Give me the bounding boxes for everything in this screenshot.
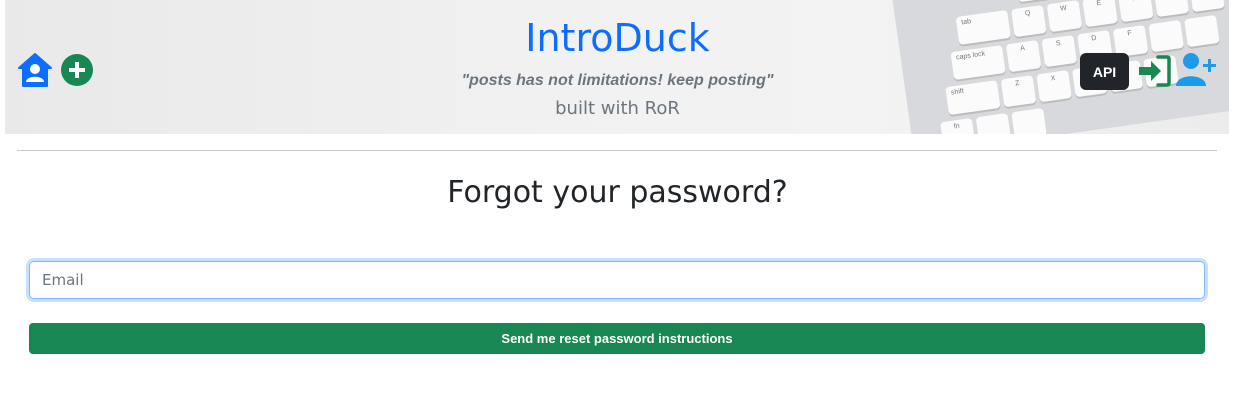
user-plus-icon[interactable] — [1175, 50, 1219, 90]
sign-in-icon[interactable] — [1136, 53, 1172, 89]
header-divider — [17, 150, 1217, 151]
api-button[interactable]: API — [1080, 53, 1129, 90]
brand-title[interactable]: IntroDuck — [0, 16, 1235, 60]
send-reset-instructions-button[interactable]: Send me reset password instructions — [29, 323, 1205, 354]
email-field[interactable] — [29, 261, 1205, 299]
built-with-text: built with RoR — [555, 98, 680, 119]
page-title: Forgot your password? — [447, 175, 788, 210]
tagline: "posts has not limitations! keep posting… — [461, 72, 774, 89]
